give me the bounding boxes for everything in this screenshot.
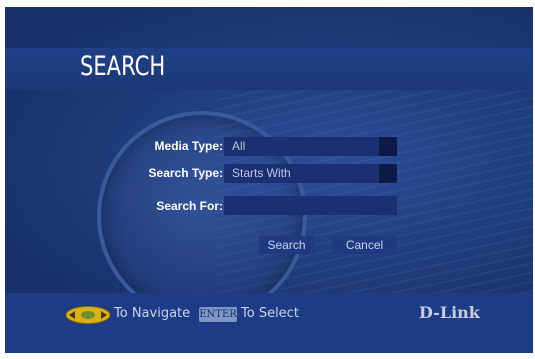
- search-for-label: Search For:: [156, 199, 223, 213]
- page-title: SEARCH: [80, 51, 166, 82]
- title-band: SEARCH: [5, 48, 533, 90]
- media-type-select[interactable]: All: [224, 137, 397, 156]
- dpad-icon: [65, 306, 111, 324]
- dropdown-arrow-icon[interactable]: [379, 164, 397, 183]
- search-for-input[interactable]: [224, 196, 397, 215]
- enter-key-icon: ENTER: [199, 307, 237, 322]
- dlink-logo: D-Link: [419, 303, 480, 322]
- search-type-value: Starts With: [232, 166, 291, 180]
- screen: SEARCH Media Type: All Search Type: Star…: [5, 7, 533, 353]
- media-type-value: All: [232, 139, 246, 153]
- dropdown-arrow-icon[interactable]: [379, 137, 397, 156]
- search-type-label: Search Type:: [148, 166, 223, 180]
- select-hint: To Select: [241, 306, 299, 321]
- search-button[interactable]: Search: [259, 236, 314, 254]
- media-type-label: Media Type:: [154, 139, 223, 153]
- cancel-button[interactable]: Cancel: [332, 236, 397, 254]
- navigate-hint: To Navigate: [114, 306, 191, 321]
- search-type-select[interactable]: Starts With: [224, 164, 397, 183]
